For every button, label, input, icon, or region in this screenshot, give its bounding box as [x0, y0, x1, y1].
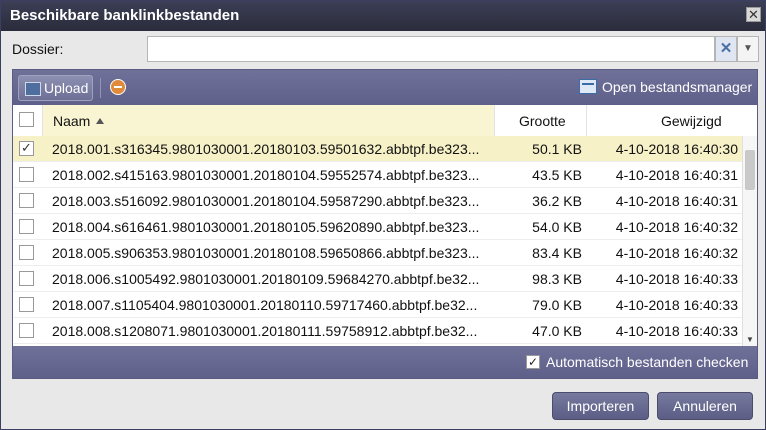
row-size: 36.2 KB — [532, 193, 582, 209]
row-checkbox[interactable] — [19, 323, 34, 338]
upload-button[interactable]: Upload — [18, 75, 93, 101]
row-modified: 4-10-2018 16:40:33 — [615, 297, 738, 313]
grid-toolbar: Upload Open bestandsmanager — [13, 70, 757, 105]
column-header-modified[interactable]: Gewijzigd — [586, 105, 758, 136]
table-row[interactable]: ✓ 2018.001.s316345.9801030001.20180103.59… — [13, 136, 742, 162]
row-filename: 2018.005.s906353.9801030001.20180108.596… — [52, 245, 480, 261]
row-filename: 2018.001.s316345.9801030001.20180103.595… — [52, 141, 480, 157]
table-row[interactable]: 2018.005.s906353.9801030001.20180108.596… — [13, 240, 742, 266]
row-filename: 2018.004.s616461.9801030001.20180105.596… — [52, 219, 480, 235]
dossier-label: Dossier: — [12, 41, 64, 57]
row-filename: 2018.002.s415163.9801030001.20180104.595… — [52, 167, 480, 183]
chevron-down-icon[interactable]: ▼ — [737, 36, 759, 62]
row-size: 79.0 KB — [532, 297, 582, 313]
column-size-label: Grootte — [519, 113, 566, 129]
row-filename: 2018.008.s1208071.9801030001.20180111.59… — [52, 323, 478, 339]
scroll-down-icon[interactable]: ▼ — [746, 335, 754, 344]
dossier-input[interactable] — [147, 36, 715, 62]
grid-header: Naam Grootte Gewijzigd — [13, 105, 757, 137]
table-row[interactable]: 2018.006.s1005492.9801030001.20180109.59… — [13, 266, 742, 292]
cancel-button[interactable]: Annuleren — [657, 392, 753, 420]
row-filename: 2018.007.s1105404.9801030001.20180110.59… — [52, 297, 478, 313]
table-row[interactable]: 2018.003.s516092.9801030001.20180104.595… — [13, 188, 742, 214]
row-modified: 4-10-2018 16:40:33 — [615, 323, 738, 339]
toolbar-separator — [100, 78, 101, 98]
row-size: 50.1 KB — [532, 141, 582, 157]
row-filename: 2018.003.s516092.9801030001.20180104.595… — [52, 193, 480, 209]
row-modified: 4-10-2018 16:40:32 — [615, 245, 738, 261]
column-name-label: Naam — [53, 113, 91, 129]
row-size: 47.0 KB — [532, 323, 582, 339]
file-manager-icon[interactable] — [579, 79, 597, 94]
column-modified-label: Gewijzigd — [661, 113, 722, 129]
table-row[interactable]: 2018.008.s1208071.9801030001.20180111.59… — [13, 318, 742, 344]
row-checkbox[interactable] — [19, 167, 34, 182]
open-file-manager-link[interactable]: Open bestandsmanager — [602, 79, 752, 95]
row-size: 54.0 KB — [532, 219, 582, 235]
row-filename: 2018.006.s1005492.9801030001.20180109.59… — [52, 271, 480, 287]
dialog-titlebar[interactable]: Beschikbare banklinkbestanden ✕ — [1, 1, 765, 31]
auto-check-label: Automatisch bestanden checken — [546, 354, 749, 370]
row-checkbox[interactable] — [19, 271, 34, 286]
clear-icon[interactable]: ✕ — [715, 36, 737, 62]
select-all-checkbox[interactable] — [19, 112, 34, 127]
row-modified: 4-10-2018 16:40:30 — [615, 141, 738, 157]
scrollbar-thumb[interactable] — [745, 150, 755, 190]
auto-check-checkbox[interactable]: ✓ — [526, 355, 540, 369]
import-button[interactable]: Importeren — [552, 392, 649, 420]
row-checkbox[interactable] — [19, 297, 34, 312]
upload-icon — [25, 82, 41, 96]
upload-label: Upload — [44, 80, 89, 96]
file-grid-panel: Upload Open bestandsmanager Naam Grootte… — [12, 69, 758, 379]
row-size: 98.3 KB — [532, 271, 582, 287]
row-modified: 4-10-2018 16:40:31 — [615, 167, 738, 183]
row-modified: 4-10-2018 16:40:33 — [615, 271, 738, 287]
grid-footer: ✓ Automatisch bestanden checken — [13, 346, 757, 378]
close-icon[interactable]: ✕ — [746, 7, 761, 22]
vertical-scrollbar[interactable]: ▼ — [742, 136, 757, 346]
banklink-dialog: Beschikbare banklinkbestanden ✕ Dossier:… — [0, 0, 766, 430]
column-header-name[interactable]: Naam — [42, 105, 495, 136]
sort-ascending-icon — [96, 118, 104, 124]
row-modified: 4-10-2018 16:40:31 — [615, 193, 738, 209]
row-checkbox[interactable]: ✓ — [19, 141, 34, 156]
remove-icon[interactable] — [110, 79, 126, 95]
row-size: 83.4 KB — [532, 245, 582, 261]
table-row[interactable]: 2018.004.s616461.9801030001.20180105.596… — [13, 214, 742, 240]
row-checkbox[interactable] — [19, 193, 34, 208]
row-checkbox[interactable] — [19, 219, 34, 234]
row-size: 43.5 KB — [532, 167, 582, 183]
table-row[interactable]: 2018.007.s1105404.9801030001.20180110.59… — [13, 292, 742, 318]
column-header-size[interactable]: Grootte — [494, 105, 587, 136]
table-row[interactable]: 2018.002.s415163.9801030001.20180104.595… — [13, 162, 742, 188]
dialog-title: Beschikbare banklinkbestanden — [10, 7, 240, 24]
row-checkbox[interactable] — [19, 245, 34, 260]
row-modified: 4-10-2018 16:40:32 — [615, 219, 738, 235]
grid-body: ✓ 2018.001.s316345.9801030001.20180103.59… — [13, 136, 742, 346]
